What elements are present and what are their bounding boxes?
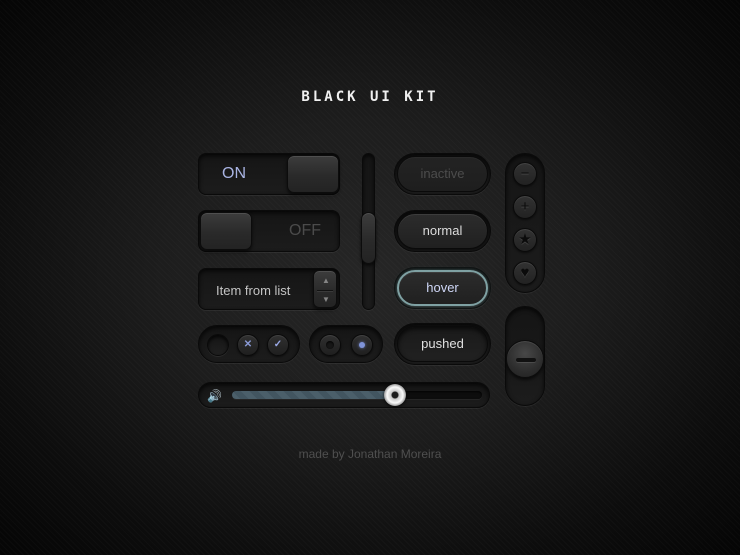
radio-inner-selected [359, 342, 365, 348]
radio-group [309, 325, 383, 363]
vertical-knob-slider[interactable] [505, 306, 545, 406]
radio-unselected[interactable] [319, 334, 341, 356]
toggle-knob[interactable] [200, 212, 252, 250]
pushed-button[interactable]: pushed [397, 326, 488, 362]
off-label: OFF [289, 222, 321, 239]
star-icon[interactable]: ★ [513, 228, 537, 252]
icon-button-column: − + ★ ♥ [505, 153, 545, 293]
pushed-button-well: pushed [394, 323, 491, 365]
off-toggle[interactable]: OFF [198, 210, 340, 252]
grip-bar [516, 358, 536, 362]
speaker-icon: 🔊 [207, 389, 222, 403]
checkbox-checked[interactable]: ✓ [267, 334, 289, 356]
checkbox-empty[interactable] [207, 334, 229, 356]
radio-inner [326, 341, 334, 349]
toggle-knob[interactable] [287, 155, 339, 193]
volume-track[interactable] [232, 384, 482, 406]
normal-button[interactable]: normal [397, 213, 488, 249]
select-value: Item from list [216, 283, 291, 298]
volume-thumb[interactable] [383, 384, 406, 406]
select-stepper[interactable]: ▲ ▼ [313, 270, 337, 308]
chevron-up-icon[interactable]: ▲ [314, 271, 338, 290]
minus-icon[interactable]: − [513, 162, 537, 186]
knob-handle[interactable] [506, 340, 544, 378]
checkbox-x[interactable]: ✕ [237, 334, 259, 356]
hover-button-well: hover [394, 267, 491, 309]
page-title: BLACK UI KIT [301, 89, 439, 105]
on-label: ON [222, 165, 246, 182]
hover-button[interactable]: hover [397, 270, 488, 306]
footer-credit: made by Jonathan Moreira [298, 447, 442, 461]
heart-icon[interactable]: ♥ [513, 261, 537, 285]
chevron-down-icon[interactable]: ▼ [314, 290, 338, 309]
list-select[interactable]: Item from list ▲ ▼ [198, 268, 340, 310]
volume-slider[interactable]: 🔊 [198, 382, 490, 408]
vertical-slider-thumb[interactable] [361, 212, 376, 264]
radio-selected[interactable] [351, 334, 373, 356]
inactive-button: inactive [397, 156, 488, 192]
checkbox-group: ✕ ✓ [198, 325, 300, 363]
plus-icon[interactable]: + [513, 195, 537, 219]
volume-fill [232, 391, 395, 399]
inactive-button-well: inactive [394, 153, 491, 195]
vertical-slider[interactable] [361, 153, 376, 310]
normal-button-well: normal [394, 210, 491, 252]
on-toggle[interactable]: ON [198, 153, 340, 195]
